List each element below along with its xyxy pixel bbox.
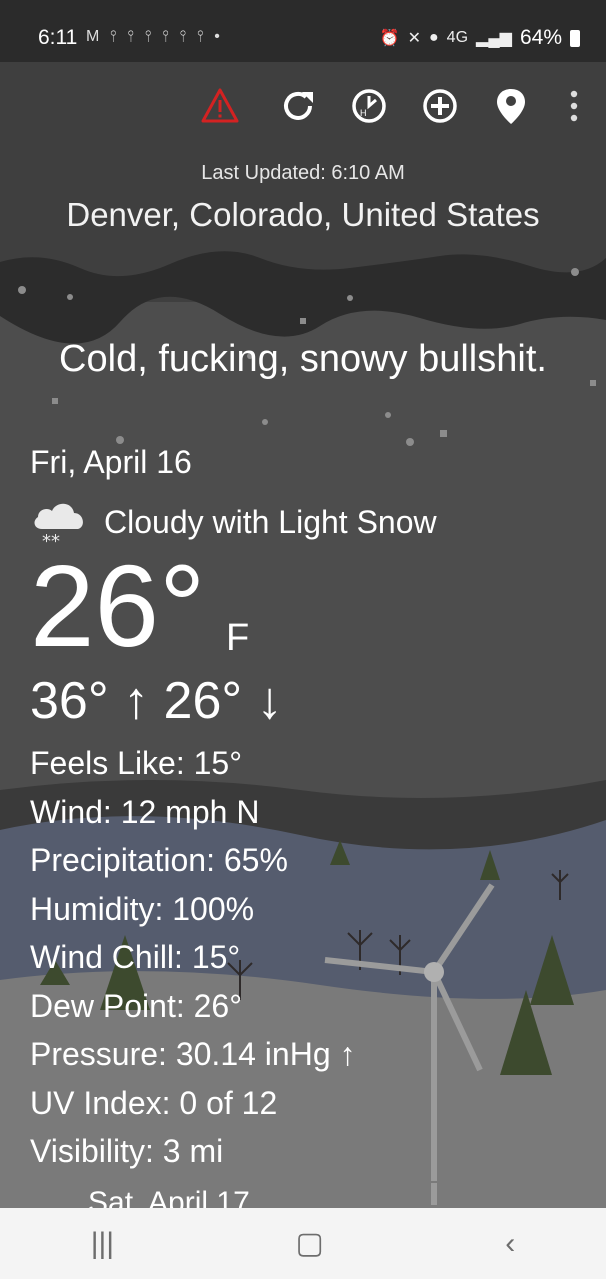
location-pin-icon[interactable] <box>487 82 535 130</box>
next-day-date: Sat, April 17 <box>88 1186 250 1210</box>
alert-triangle-icon[interactable] <box>196 82 244 130</box>
battery-icon <box>570 29 580 47</box>
alarm-icon: ⏰ <box>379 30 400 47</box>
stat-humidity: Humidity: 100% <box>30 890 255 927</box>
recents-button[interactable]: ||| <box>91 1227 114 1261</box>
temperature-unit: F <box>226 617 250 659</box>
status-time: 6:11 <box>38 26 78 49</box>
stat-feels-like: Feels Like: 15° <box>30 745 243 781</box>
status-bar: 6:11 M ⫯ ⫯ ⫯ ⫯ ⫯ ⫯ • ⏰ ✕ ● 4G ▂▄▆ 64% <box>0 0 606 62</box>
stat-visibility: Visibility: 3 mi <box>30 1133 224 1169</box>
app-toolbar: H <box>0 62 606 152</box>
stat-uv-index: UV Index: 0 of 12 <box>30 1084 278 1121</box>
add-location-icon[interactable] <box>416 82 464 130</box>
battery-percent: 64% <box>519 26 562 49</box>
condition-text: Cloudy with Light Snow <box>104 503 437 540</box>
signal-icon: ▂▄▆ <box>476 30 512 47</box>
last-updated-text: Last Updated: 6:10 AM <box>201 162 405 184</box>
temperature-block: 26° F <box>30 547 437 669</box>
stat-wind-chill: Wind Chill: 15° <box>30 939 241 975</box>
status-right-group: ⏰ ✕ ● 4G ▂▄▆ 64% <box>380 26 580 50</box>
stat-precipitation: Precipitation: 65% <box>30 842 288 878</box>
back-button[interactable]: ‹ <box>505 1227 515 1261</box>
stat-dew-point: Dew Point: 26° <box>30 987 243 1024</box>
refresh-icon[interactable] <box>274 82 322 130</box>
notification-icons: M ⫯ ⫯ ⫯ ⫯ ⫯ ⫯ • <box>86 28 223 45</box>
weather-tagline: Cold, fucking, snowy bullshit. <box>59 338 547 380</box>
home-button[interactable]: ▢ <box>296 1226 324 1261</box>
stat-pressure: Pressure: 30.14 inHg ↑ <box>30 1036 356 1072</box>
forecast-date: Fri, April 16 <box>30 444 192 480</box>
mute-icon: ✕ <box>407 30 421 47</box>
system-nav-bar: ||| ▢ ‹ <box>0 1208 606 1279</box>
current-temperature: 26° <box>30 541 206 671</box>
history-icon[interactable]: H <box>345 82 393 130</box>
section-divider <box>0 1181 606 1183</box>
svg-text:H: H <box>360 108 367 118</box>
overflow-menu-icon[interactable] <box>550 82 598 130</box>
stat-wind: Wind: 12 mph N <box>30 793 260 830</box>
location-status-icon: ● <box>429 29 439 46</box>
high-low-temperature: 36° ↑ 26° ↓ <box>30 672 283 730</box>
network-icon: 4G <box>446 29 469 46</box>
location-title[interactable]: Denver, Colorado, United States <box>0 196 606 234</box>
current-conditions: Fri, April 16 ** Cloudy with Light Snow … <box>30 444 437 1176</box>
